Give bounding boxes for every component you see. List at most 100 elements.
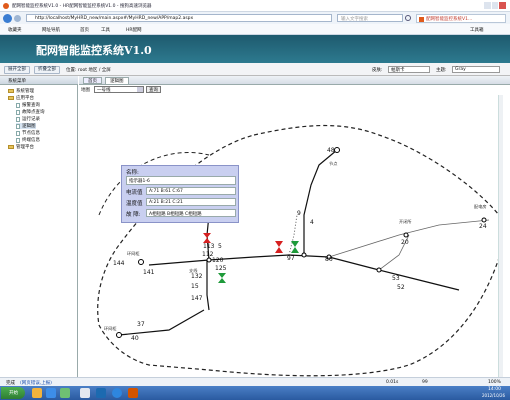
fav-item[interactable]: HR配网 [126,27,142,33]
sidebar-item-label: 节点信息 [22,131,40,136]
theme-value: Gray [455,67,466,72]
url-input[interactable]: http://localhost/MyHRD_new/main.aspx#/My… [26,14,332,22]
sidebar-item-manage[interactable]: 管理平台 [8,144,34,150]
sidebar-item-app-platform[interactable]: 应用平台 [8,95,34,101]
start-button[interactable]: 开始 [1,387,25,399]
map-scrollbar[interactable] [498,95,503,377]
indicator-info-panel: 名称: 指示器1-6 电流值 A:71 B:61 C:67 温度值 A:21 B… [121,165,239,223]
map-node-number: 4 [310,219,314,226]
minimize-icon[interactable] [484,2,491,9]
line-select-value: 一号线 [97,88,111,93]
sidebar-item-system[interactable]: 系统管理 [8,88,34,94]
browser-tab[interactable]: 配网智能监控系统V1... [416,14,506,23]
skin-value: 帕斯卡 [391,68,405,73]
map-node-number: 52 [397,284,405,291]
skin-select[interactable]: 帕斯卡 [388,66,430,73]
fav-item[interactable]: 收藏夹 [8,27,22,33]
taskbar-app-icon[interactable] [32,388,42,398]
map-node-number: 141 [143,269,155,276]
info-current-label: 电流值 [126,190,143,196]
feeder-line-branch-e [328,219,490,258]
map-node-number: 15 [191,283,199,290]
maximize-icon[interactable] [491,2,499,9]
logic-map: 节点 开闭所 配电房 环网柜 环网柜 支线 48 4 9 97 86 20 24… [79,95,503,377]
sidebar-item-node[interactable]: 节点信息 [16,130,40,136]
window-title: 配网智能监控系统V1.0 - HR配网智能监控系统V1.0 - 搜狗高速浏览器 [12,4,152,9]
station-label: 环网柜 [127,250,140,257]
fault-indicator-red[interactable] [275,241,283,253]
theme-select[interactable]: Gray [452,66,500,73]
map-node-number: 48 [327,147,335,154]
station-label: 配电房 [474,203,487,210]
forward-button[interactable] [14,15,21,22]
taskbar-app-icon[interactable] [46,388,56,398]
taskbar: 开始 14:00 2012/10/26 [0,386,510,400]
sidebar-item-logic[interactable]: 逻辑图 [16,123,36,129]
document-icon [16,102,20,108]
search-icon[interactable] [405,15,411,21]
taskbar-app-icon[interactable] [128,388,138,398]
back-button[interactable] [3,14,12,23]
info-current-value: A:71 B:61 C:67 [149,189,183,194]
collapse-all-button[interactable]: 折叠全部 [34,66,60,74]
sidebar-item-alarm[interactable]: 报警查询 [16,102,40,108]
address-bar-row: http://localhost/MyHRD_new/main.aspx#/My… [0,12,510,24]
status-zoom[interactable]: 100% [488,380,501,385]
taskbar-app-icon[interactable] [80,388,90,398]
theme-label: 主题: [436,68,447,73]
browser-title-bar: 配网智能监控系统V1.0 - HR配网智能监控系统V1.0 - 搜狗高速浏览器 [0,0,510,12]
search-placeholder: 输入文字搜索 [341,17,368,22]
search-input[interactable]: 输入文字搜索 [337,14,403,22]
taskbar-app-icon[interactable] [96,388,106,398]
info-current-field: A:71 B:61 C:67 [146,187,236,195]
close-icon[interactable] [499,2,507,9]
location-path: 位置: root 地区 / 全屏 [66,68,111,73]
toolbox-button[interactable]: 工具箱 [470,27,484,33]
fault-indicator-green[interactable] [218,273,226,283]
tab-home[interactable]: 首页 [83,77,102,84]
fav-item[interactable]: 首页 [80,27,89,33]
app-header: 配网智能监控系统V1.0 [0,35,510,63]
document-icon [16,109,20,115]
fav-item[interactable]: 工具 [101,27,110,33]
feeder-line-branch-b [206,260,210,311]
map-node-number: 20 [401,239,409,246]
browser-logo-icon [3,3,9,9]
browser-status-bar: 完成 (网页错误,上报) 0.01s 99 100% [0,377,510,386]
sidebar-item-label: 终端信息 [22,138,40,143]
expand-all-button[interactable]: 展开全部 [4,66,30,74]
map-node-number: 120 [212,257,224,264]
folder-icon [8,96,14,100]
sidebar-item-label: 报警查询 [22,103,40,108]
tab-label: 配网智能监控系统V1... [426,17,473,22]
app-title: 配网智能监控系统V1.0 [36,44,152,57]
taskbar-app-icon[interactable] [60,388,70,398]
query-button[interactable]: 查询 [146,86,161,93]
map-node-number: 40 [131,335,139,342]
info-name-value: 指示器1-6 [129,179,150,184]
tab-logic[interactable]: 逻辑图 [105,77,129,85]
taskbar-app-icon[interactable] [112,388,122,398]
info-fault-value: A相短路 B相短路 C相短路 [149,212,202,217]
sidebar: 系统菜单 系统管理 应用平台 报警查询 故障点查询 运行记录 逻辑图 节点信息 … [0,76,78,378]
map-node-number: 5 [218,243,222,250]
region-boundary [97,124,503,377]
sidebar-item-label: 故障点查询 [22,110,45,115]
window-controls[interactable] [484,2,507,9]
map-node-number: 132 [191,273,203,280]
sidebar-item-label: 运行记录 [22,117,40,122]
fav-item[interactable]: 网址导航 [42,27,60,33]
sidebar-item-fault[interactable]: 故障点查询 [16,109,45,115]
station-label: 环网柜 [104,325,117,332]
map-node-number: 86 [325,256,333,263]
document-icon [16,123,20,129]
fault-indicator-red[interactable] [203,233,211,243]
fault-indicator-green[interactable] [291,241,299,253]
map-node-number: 147 [191,295,203,302]
app-toolbar: 展开全部 折叠全部 位置: root 地区 / 全屏 皮肤: 帕斯卡 主题: G… [0,63,510,76]
sidebar-item-terminal[interactable]: 终端信息 [16,137,40,143]
sidebar-item-log[interactable]: 运行记录 [16,116,40,122]
tray-date: 2012/10/26 [482,393,506,398]
line-select[interactable]: 一号线 [94,86,144,93]
sidebar-header: 系统菜单 [0,76,78,85]
